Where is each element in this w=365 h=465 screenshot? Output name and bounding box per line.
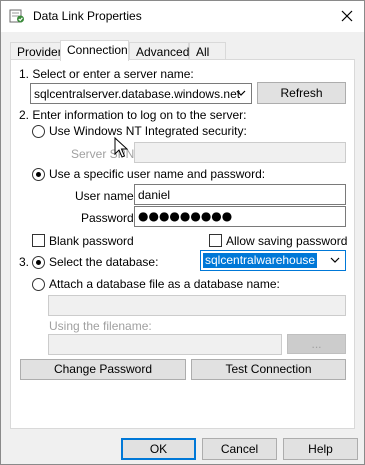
blank-password-checkbox[interactable] bbox=[32, 234, 45, 247]
logon-info-label: 2. Enter information to log on to the se… bbox=[19, 108, 247, 122]
specific-user-label: Use a specific user name and password: bbox=[49, 167, 266, 181]
title-bar[interactable]: Data Link Properties bbox=[1, 1, 364, 32]
cancel-button[interactable]: Cancel bbox=[202, 438, 277, 460]
database-value: sqlcentralwarehouse bbox=[203, 253, 318, 268]
server-name-combo[interactable]: sqlcentralserver.database.windows.net bbox=[30, 83, 252, 104]
username-input[interactable]: daniel bbox=[134, 184, 346, 205]
attach-database-radio[interactable] bbox=[32, 278, 45, 291]
help-button[interactable]: Help bbox=[283, 438, 358, 460]
step3-number: 3. bbox=[19, 255, 30, 269]
chevron-down-icon[interactable] bbox=[235, 86, 247, 100]
change-password-button[interactable]: Change Password bbox=[20, 359, 186, 380]
username-label: User name: bbox=[75, 189, 138, 203]
dialog-window: Data Link Properties Provider Connection… bbox=[0, 0, 365, 465]
attach-database-label: Attach a database file as a database nam… bbox=[49, 277, 280, 291]
chevron-down-icon[interactable] bbox=[329, 253, 341, 267]
nt-security-radio[interactable] bbox=[32, 125, 45, 138]
refresh-button[interactable]: Refresh bbox=[257, 82, 346, 104]
select-database-radio[interactable] bbox=[32, 256, 45, 269]
server-name-label: 1. Select or enter a server name: bbox=[19, 67, 194, 81]
close-button[interactable] bbox=[334, 4, 360, 28]
tab-advanced[interactable]: Advanced bbox=[129, 42, 189, 60]
specific-user-radio[interactable] bbox=[32, 168, 45, 181]
data-link-icon bbox=[9, 9, 24, 23]
tab-provider[interactable]: Provider bbox=[10, 42, 62, 60]
close-icon bbox=[341, 10, 353, 22]
tab-connection[interactable]: Connection bbox=[60, 40, 129, 61]
mouse-pointer-icon bbox=[114, 137, 128, 158]
attach-database-input[interactable] bbox=[48, 295, 346, 316]
password-label: Password: bbox=[81, 211, 138, 225]
allow-saving-password-label: Allow saving password bbox=[226, 234, 348, 248]
filename-label: Using the filename: bbox=[49, 319, 152, 333]
server-name-value: sqlcentralserver.database.windows.net bbox=[34, 87, 241, 101]
tab-all[interactable]: All bbox=[189, 42, 226, 60]
window-title: Data Link Properties bbox=[33, 9, 142, 23]
allow-saving-password-checkbox[interactable] bbox=[209, 234, 222, 247]
filename-input[interactable] bbox=[48, 334, 282, 355]
ok-button[interactable]: OK bbox=[121, 438, 196, 460]
select-database-label: Select the database: bbox=[49, 255, 159, 269]
browse-button[interactable]: ... bbox=[287, 334, 346, 354]
password-input[interactable]: ●●●●●●●●● bbox=[134, 206, 346, 227]
database-combo[interactable]: sqlcentralwarehouse bbox=[200, 250, 346, 271]
nt-security-label: Use Windows NT Integrated security: bbox=[49, 124, 247, 138]
test-connection-button[interactable]: Test Connection bbox=[191, 359, 346, 380]
server-spn-input[interactable] bbox=[134, 142, 346, 163]
blank-password-label: Blank password bbox=[49, 234, 134, 248]
